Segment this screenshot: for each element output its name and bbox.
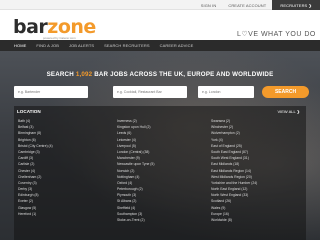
logo[interactable]: barzone — [13, 16, 96, 38]
location-link[interactable]: Hereford (1) — [18, 211, 53, 217]
nav-career-advice[interactable]: CAREER ADVICE — [160, 43, 194, 48]
keywords-input[interactable] — [14, 86, 88, 98]
location-input[interactable] — [198, 86, 254, 98]
sign-in-link[interactable]: SIGN IN — [195, 3, 223, 8]
nav-home[interactable]: HOME — [14, 43, 26, 48]
hero-search: SEARCH 1,092 BAR JOBS ACROSS THE UK, EUR… — [0, 51, 320, 240]
location-link[interactable]: Newcastle upon Tyne (5) — [117, 161, 154, 167]
nav-search-recruiters[interactable]: SEARCH RECRUITERS — [104, 43, 149, 48]
top-bar: SIGN IN CREATE ACCOUNT RECRUITERS ❯ — [0, 0, 320, 10]
hero-title-post: BAR JOBS ACROSS THE UK, EUROPE AND WORLD… — [92, 71, 274, 78]
nav-find-a-job[interactable]: FIND A JOB — [36, 43, 59, 48]
location-column-1: Bath (4) Belfast (3) Birmingham (8) Brighto… — [18, 118, 53, 217]
account-links: SIGN IN CREATE ACCOUNT RECRUITERS ❯ — [195, 0, 320, 10]
logo-text-bar: bar — [13, 16, 48, 38]
job-count: 1,092 — [75, 71, 93, 78]
logo-text-zone: zone — [47, 16, 96, 38]
hero-title: SEARCH 1,092 BAR JOBS ACROSS THE UK, EUR… — [0, 71, 320, 78]
search-button[interactable]: SEARCH — [262, 86, 309, 98]
location-link[interactable]: Worldwide (8) — [211, 217, 257, 223]
search-form: SEARCH — [14, 86, 309, 98]
tagline: L♡VE WHAT YOU DO — [237, 31, 316, 38]
header: barzone powered by Caterer.com L♡VE WHAT… — [0, 10, 320, 40]
recruiters-button[interactable]: RECRUITERS ❯ — [272, 0, 320, 10]
location-link[interactable]: East Midlands Region (14) — [211, 168, 257, 174]
hero-title-pre: SEARCH — [46, 71, 76, 78]
location-link[interactable]: West Midlands Region (20) — [211, 174, 257, 180]
location-column-2: Inverness (2) Kingston upon Hull (2) Leeds… — [117, 118, 154, 223]
view-all-link[interactable]: VIEW ALL ❯ — [277, 109, 300, 114]
location-column-3: Swansea (2) Winchester (2) Wolverhampton (… — [211, 118, 257, 223]
nav-job-alerts[interactable]: JOB ALERTS — [69, 43, 94, 48]
main-nav: HOME FIND A JOB JOB ALERTS SEARCH RECRUI… — [0, 40, 320, 51]
location-header: LOCATION — [17, 109, 41, 114]
location-link[interactable]: Stoke-on-Trent (2) — [117, 217, 154, 223]
job-type-input[interactable] — [113, 86, 187, 98]
location-panel: LOCATION VIEW ALL ❯ Bath (4) Belfast (3) B… — [14, 106, 306, 240]
create-account-link[interactable]: CREATE ACCOUNT — [222, 3, 272, 8]
